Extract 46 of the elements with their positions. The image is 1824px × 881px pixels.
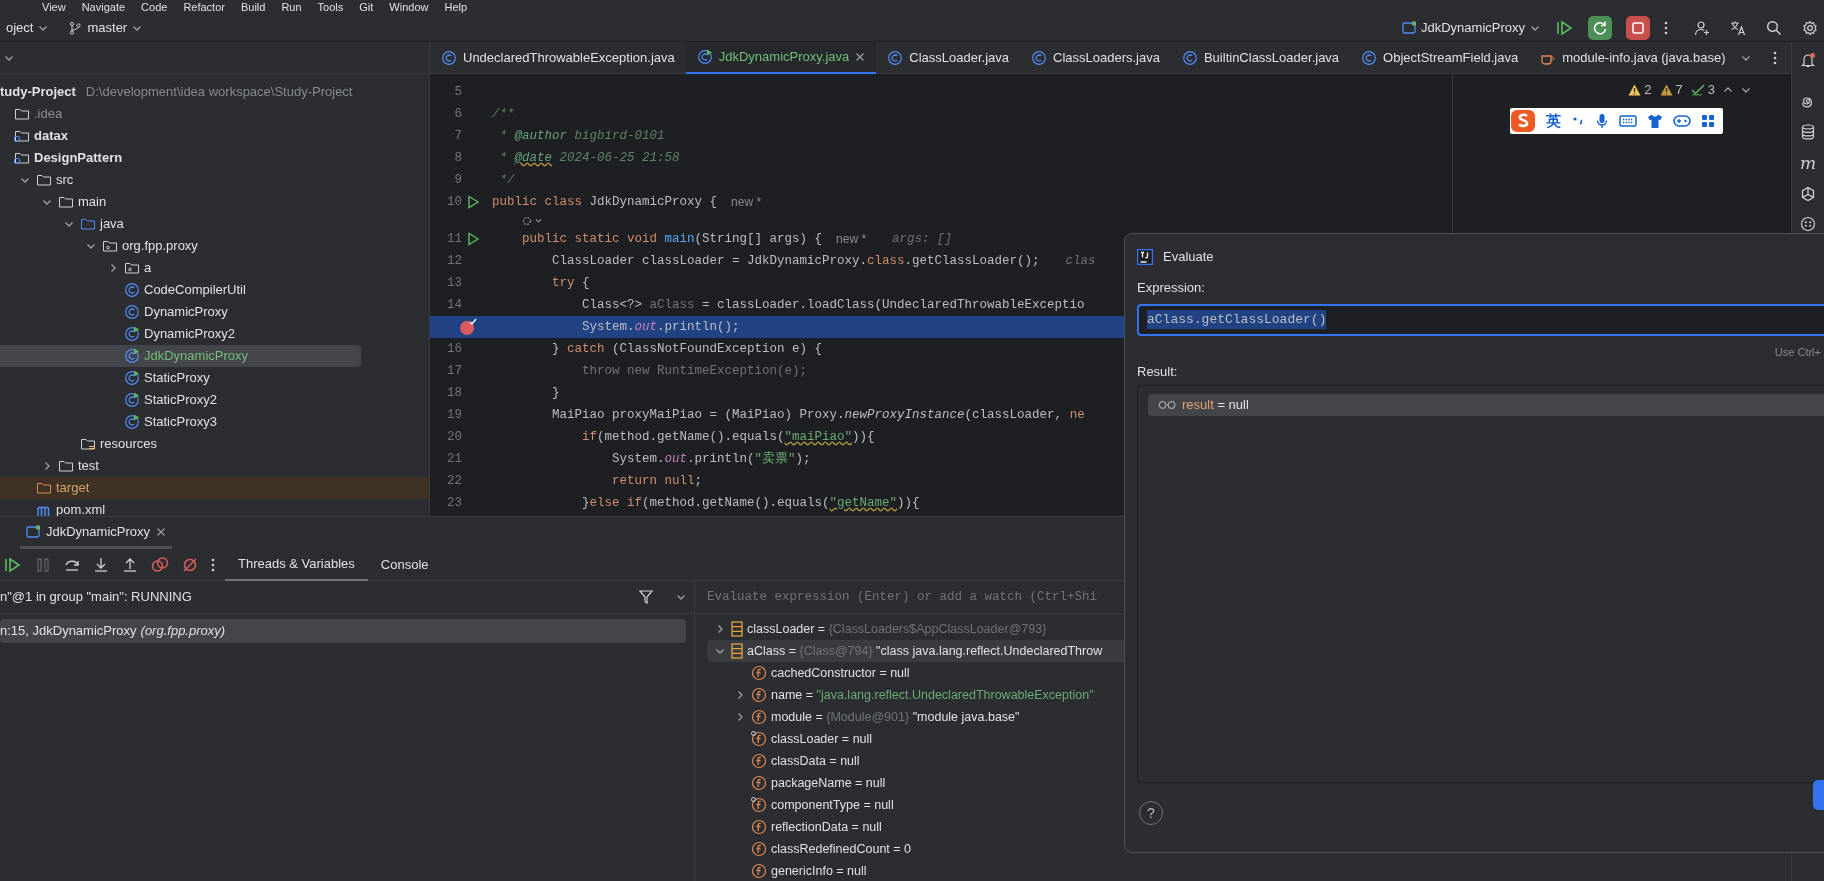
code-line: if(method.getName().equals("maiPiao")){ [581, 428, 875, 446]
line-number: 17 [446, 362, 462, 380]
code-line: throw new RuntimeException(e); [581, 362, 808, 380]
field-label: Result: [1137, 362, 1179, 381]
inlay-hint: args: [] [892, 230, 953, 248]
code-line: /** [492, 105, 515, 123]
code-line: Class<?> aClass = classLoader.loadClass(UndeclaredThrowableExceptio [581, 296, 1085, 314]
inlay-hint: new * [731, 194, 762, 211]
line-number: 18 [446, 384, 462, 402]
line-number: 12 [446, 252, 462, 270]
field-label: Expression: [1137, 279, 1206, 297]
line-number: 5 [453, 83, 462, 101]
code-line: System.out.println("卖票"); [611, 450, 811, 468]
code-line: try { [551, 274, 590, 292]
dialog-title: Evaluate [1163, 248, 1214, 267]
code-line: * @author bigbird-0101 [498, 127, 665, 145]
project-name: tudy-Project [0, 82, 76, 101]
code-line: */ [498, 171, 515, 189]
code-line: return null; [611, 472, 703, 490]
line-number: 22 [446, 472, 462, 490]
line-number: 7 [453, 127, 462, 145]
inlay-hint: new * [836, 231, 867, 248]
line-number: 21 [446, 450, 462, 468]
code-line: } [551, 384, 560, 402]
project-path: D:\development\idea workspace\Study-Project [85, 82, 353, 101]
code-line: ClassLoader classLoader = JdkDynamicProxy.class.getClassLoader(); [551, 252, 1040, 270]
line-number: 19 [446, 406, 462, 424]
inlay-hint: clas [1065, 252, 1096, 270]
line-number: 20 [446, 428, 462, 446]
line-number: 6 [453, 105, 462, 123]
code-line: MaiPiao proxyMaiPiao = (MaiPiao) Proxy.newProxyInstance(classLoader, ne [551, 406, 1085, 424]
line-number: 8 [453, 149, 462, 167]
line-number: 14 [446, 296, 462, 314]
line-number: 13 [446, 274, 462, 292]
code-line: }else if(method.getName().equals("getName")){ [581, 494, 920, 512]
code-line: System.out.println(); [581, 318, 740, 336]
line-number: 11 [446, 230, 462, 248]
code-line: } catch (ClassNotFoundException e) { [551, 340, 823, 358]
code-line: * @date 2024-06-25 21:58 [498, 149, 680, 167]
line-number: 9 [453, 171, 462, 189]
line-number: 23 [446, 494, 462, 512]
line-number: 16 [446, 340, 462, 358]
code-line: public class JdkDynamicProxy { [492, 193, 718, 211]
code-line: public static void main(String[] args) { [521, 230, 823, 248]
line-number: 10 [446, 193, 462, 211]
shortcut-hint: Use Ctrl+ [1773, 344, 1822, 358]
